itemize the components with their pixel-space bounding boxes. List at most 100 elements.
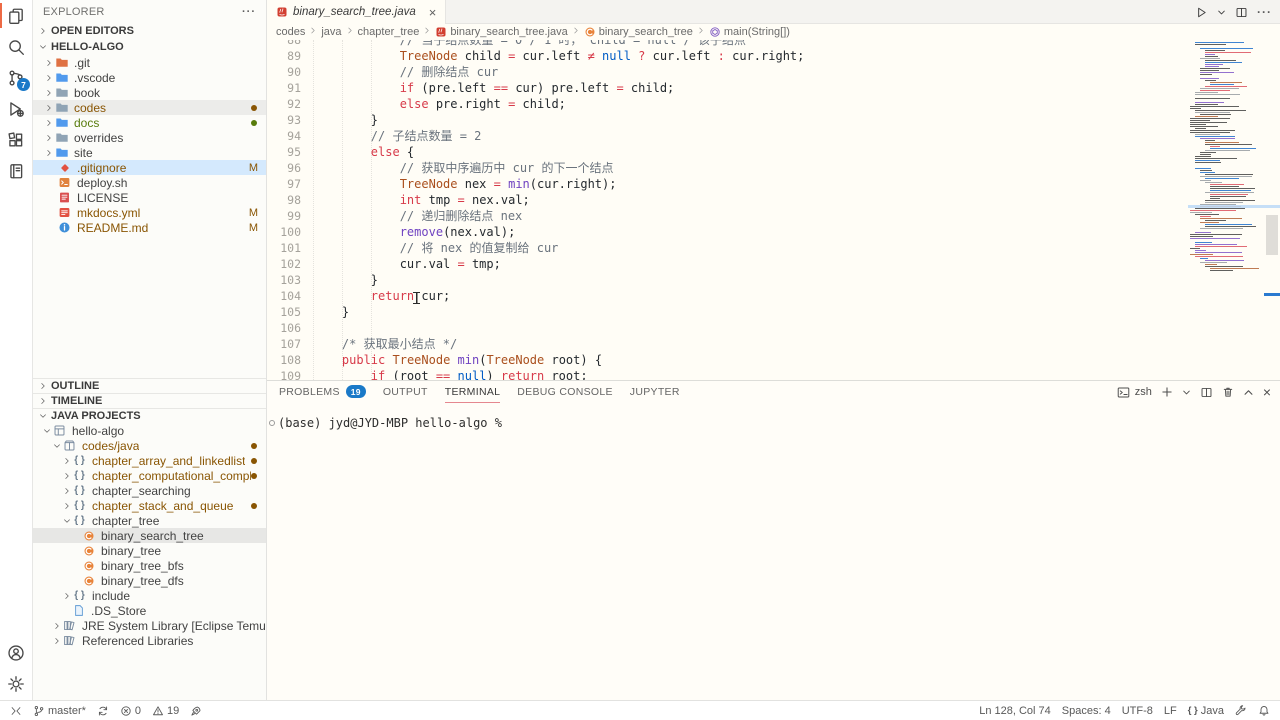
code-line-103[interactable]: 103 } bbox=[267, 272, 1186, 288]
tab-binary-search-tree[interactable]: binary_search_tree.java × bbox=[267, 0, 446, 24]
status-notifications[interactable] bbox=[1258, 705, 1270, 717]
panel-tab-output[interactable]: OUTPUT bbox=[383, 381, 428, 403]
file-row--gitignore[interactable]: .gitignoreM bbox=[33, 160, 266, 175]
file-row-README-md[interactable]: README.mdM bbox=[33, 220, 266, 235]
status-indentation[interactable]: Spaces: 4 bbox=[1062, 705, 1111, 717]
breadcrumb-item-java[interactable]: java bbox=[321, 26, 341, 38]
timeline-section[interactable]: TIMELINE bbox=[33, 393, 266, 408]
split-editor-button[interactable] bbox=[1235, 6, 1248, 19]
java-tree-row-binary-tree-dfs[interactable]: binary_tree_dfs bbox=[33, 573, 266, 588]
code-line-105[interactable]: 105 } bbox=[267, 304, 1186, 320]
code-line-98[interactable]: 98 int tmp = nex.val; bbox=[267, 192, 1186, 208]
activity-settings-button[interactable] bbox=[0, 668, 32, 699]
java-tree-row-JRE-System-Library-Eclipse-Temurin-17-17-[interactable]: JRE System Library [Eclipse Temurin 17 [… bbox=[33, 618, 266, 633]
status-eol[interactable]: LF bbox=[1164, 705, 1177, 717]
status-warnings[interactable]: 19 bbox=[152, 705, 179, 717]
code-line-93[interactable]: 93 } bbox=[267, 112, 1186, 128]
java-tree-row-chapter-stack-and-queue[interactable]: { }chapter_stack_and_queue bbox=[33, 498, 266, 513]
breadcrumb-item-binary-search-tree-java[interactable]: binary_search_tree.java bbox=[435, 26, 567, 38]
status-branch[interactable]: master* bbox=[33, 705, 86, 717]
file-row-book[interactable]: book bbox=[33, 85, 266, 100]
file-row-overrides[interactable]: overrides bbox=[33, 130, 266, 145]
code-line-108[interactable]: 108 public TreeNode min(TreeNode root) { bbox=[267, 352, 1186, 368]
java-tree-row-chapter-computational-complexity[interactable]: { }chapter_computational_complexity bbox=[33, 468, 266, 483]
status-remote[interactable] bbox=[10, 705, 22, 717]
status-sync[interactable] bbox=[97, 705, 109, 717]
code-line-92[interactable]: 92 else pre.right = child; bbox=[267, 96, 1186, 112]
breadcrumb-item-chapter-tree[interactable]: chapter_tree bbox=[358, 26, 420, 38]
code-line-89[interactable]: 89 TreeNode child = cur.left ≠ null ? cu… bbox=[267, 48, 1186, 64]
code-line-90[interactable]: 90 // 删除结点 cur bbox=[267, 64, 1186, 80]
activity-account-button[interactable] bbox=[0, 637, 32, 668]
panel-tab-jupyter[interactable]: JUPYTER bbox=[630, 381, 680, 403]
code-line-96[interactable]: 96 // 获取中序遍历中 cur 的下一个结点 bbox=[267, 160, 1186, 176]
activity-explorer-button[interactable] bbox=[0, 0, 32, 31]
panel-tab-terminal[interactable]: TERMINAL bbox=[445, 381, 501, 403]
file-row-deploy-sh[interactable]: deploy.sh bbox=[33, 175, 266, 190]
activity-source-control-button[interactable]: 7 bbox=[0, 62, 32, 93]
minimap[interactable] bbox=[1188, 40, 1264, 380]
kill-terminal-button[interactable] bbox=[1222, 386, 1234, 398]
code-line-107[interactable]: 107 /* 获取最小结点 */ bbox=[267, 336, 1186, 352]
breadcrumb-item-codes[interactable]: codes bbox=[276, 26, 305, 38]
status-encoding[interactable]: UTF-8 bbox=[1122, 705, 1153, 717]
code-line-94[interactable]: 94 // 子结点数量 = 2 bbox=[267, 128, 1186, 144]
java-tree-row-chapter-array-and-linkedlist[interactable]: { }chapter_array_and_linkedlist bbox=[33, 453, 266, 468]
code-line-100[interactable]: 100 remove(nex.val); bbox=[267, 224, 1186, 240]
file-row-mkdocs-yml[interactable]: mkdocs.ymlM bbox=[33, 205, 266, 220]
close-panel-button[interactable]: × bbox=[1263, 384, 1271, 400]
code-line-109[interactable]: 109 if (root == null) return root; bbox=[267, 368, 1186, 380]
status-cursor-position[interactable]: Ln 128, Col 74 bbox=[979, 705, 1051, 717]
java-tree-row-chapter-tree[interactable]: { }chapter_tree bbox=[33, 513, 266, 528]
terminal[interactable]: (base) jyd@JYD-MBP hello-algo % bbox=[267, 416, 1280, 430]
code-editor[interactable]: 88 // 当子结点数量 = 0 / 1 时， child = null / 该… bbox=[267, 40, 1280, 380]
file-row--vscode[interactable]: .vscode bbox=[33, 70, 266, 85]
code-line-104[interactable]: 104 return cur; bbox=[267, 288, 1186, 304]
file-row-site[interactable]: site bbox=[33, 145, 266, 160]
java-tree-row-Referenced-Libraries[interactable]: Referenced Libraries bbox=[33, 633, 266, 648]
status-language-java[interactable]: { }Java bbox=[1188, 705, 1224, 717]
java-tree-row-binary-tree[interactable]: binary_tree bbox=[33, 543, 266, 558]
code-line-91[interactable]: 91 if (pre.left == cur) pre.left = child… bbox=[267, 80, 1186, 96]
java-tree-row--DS-Store[interactable]: .DS_Store bbox=[33, 603, 266, 618]
breadcrumb-item-binary-search-tree[interactable]: binary_search_tree bbox=[584, 26, 693, 38]
java-tree-row-binary-search-tree[interactable]: binary_search_tree bbox=[33, 528, 266, 543]
scrollbar-slider[interactable] bbox=[1266, 215, 1278, 255]
code-line-88[interactable]: 88 // 当子结点数量 = 0 / 1 时， child = null / 该… bbox=[267, 40, 1186, 48]
code-line-95[interactable]: 95 else { bbox=[267, 144, 1186, 160]
java-tree-row-include[interactable]: { }include bbox=[33, 588, 266, 603]
maximize-panel-button[interactable] bbox=[1243, 387, 1254, 398]
editor-more-actions-button[interactable]: ··· bbox=[1257, 5, 1272, 19]
file-row-LICENSE[interactable]: LICENSE bbox=[33, 190, 266, 205]
activity-extensions-button[interactable] bbox=[0, 124, 32, 155]
open-editors-section[interactable]: OPEN EDITORS bbox=[33, 23, 266, 39]
split-terminal-button[interactable] bbox=[1200, 386, 1213, 399]
run-dropdown-icon[interactable] bbox=[1217, 8, 1226, 17]
java-projects-section[interactable]: JAVA PROJECTS bbox=[33, 408, 266, 423]
status-launch[interactable] bbox=[190, 705, 202, 717]
file-row--git[interactable]: .git bbox=[33, 55, 266, 70]
code-line-97[interactable]: 97 TreeNode nex = min(cur.right); bbox=[267, 176, 1186, 192]
file-row-docs[interactable]: docs bbox=[33, 115, 266, 130]
code-line-99[interactable]: 99 // 递归删除结点 nex bbox=[267, 208, 1186, 224]
status-java-status[interactable] bbox=[1235, 705, 1247, 717]
activity-notebook-button[interactable] bbox=[0, 155, 32, 186]
new-terminal-button[interactable] bbox=[1161, 386, 1173, 398]
status-errors[interactable]: 0 bbox=[120, 705, 141, 717]
shell-label[interactable]: zsh bbox=[1135, 386, 1152, 398]
java-tree-row-hello-algo[interactable]: hello-algo bbox=[33, 423, 266, 438]
code-line-102[interactable]: 102 cur.val = tmp; bbox=[267, 256, 1186, 272]
outline-section[interactable]: OUTLINE bbox=[33, 378, 266, 393]
java-tree-row-binary-tree-bfs[interactable]: binary_tree_bfs bbox=[33, 558, 266, 573]
activity-run-debug-button[interactable] bbox=[0, 93, 32, 124]
activity-search-button[interactable] bbox=[0, 31, 32, 62]
run-button[interactable] bbox=[1195, 6, 1208, 19]
panel-tab-debug-console[interactable]: DEBUG CONSOLE bbox=[517, 381, 613, 403]
java-tree-row-codes-java[interactable]: codes/java bbox=[33, 438, 266, 453]
terminal-dropdown-icon[interactable] bbox=[1182, 388, 1191, 397]
code-line-101[interactable]: 101 // 将 nex 的值复制给 cur bbox=[267, 240, 1186, 256]
explorer-more-actions-button[interactable]: ··· bbox=[242, 6, 256, 18]
panel-tab-problems[interactable]: PROBLEMS19 bbox=[279, 381, 366, 403]
file-row-codes[interactable]: codes bbox=[33, 100, 266, 115]
close-icon[interactable]: × bbox=[429, 6, 437, 19]
